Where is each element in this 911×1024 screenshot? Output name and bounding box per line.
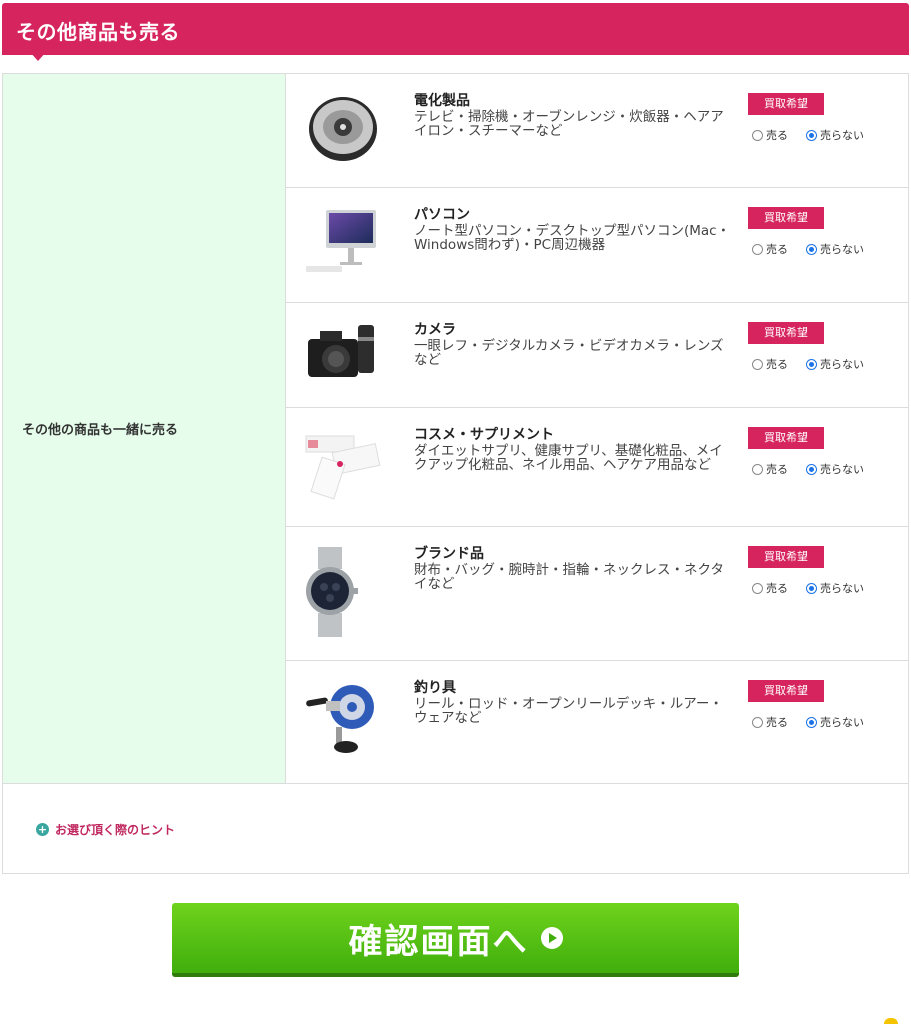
sell-radio-label: 売る	[766, 582, 788, 595]
sell-choice: 売る 売らない	[752, 356, 882, 372]
buy-request-badge: 買取希望	[748, 207, 824, 229]
radio-no-sell-circle[interactable]	[806, 582, 817, 594]
item-description: ダイエットサプリ、健康サプリ、基礎化粧品、メイクアップ化粧品、ネイル用品、ヘアケ…	[414, 443, 723, 473]
sell-choice: 売る 売らない	[752, 241, 882, 257]
sell-radio[interactable]: 売る	[752, 461, 788, 477]
sell-radio-label: 売る	[766, 716, 788, 729]
confirm-button-label: 確認画面へ	[348, 921, 529, 962]
no-sell-radio-label: 売らない	[820, 358, 864, 371]
no-sell-radio[interactable]: 売らない	[806, 580, 864, 596]
radio-no-sell-circle[interactable]	[806, 463, 817, 475]
item-row-brand: ブランド品 財布・バッグ・腕時計・指輪・ネックレス・ネクタイなど 買取希望 売る…	[286, 527, 908, 661]
buy-request-badge: 買取希望	[748, 546, 824, 568]
no-sell-radio[interactable]: 売らない	[806, 356, 864, 372]
item-title: コスメ・サプリメント	[414, 427, 554, 443]
sell-radio[interactable]: 売る	[752, 714, 788, 730]
section-title: その他商品も売る	[16, 20, 180, 44]
no-sell-radio-label: 売らない	[820, 463, 864, 476]
no-sell-radio-label: 売らない	[820, 582, 864, 595]
selection-hint-link[interactable]: + お選び頂く際のヒント	[36, 821, 175, 838]
item-description: 一眼レフ・デジタルカメラ・ビデオカメラ・レンズなど	[414, 338, 724, 368]
sell-choice: 売る 売らない	[752, 714, 882, 730]
item-description: テレビ・掃除機・オーブンレンジ・炊飯器・ヘアアイロン・スチーマーなど	[414, 109, 724, 139]
fishing-reel-icon	[306, 685, 374, 753]
item-row-camera: カメラ 一眼レフ・デジタルカメラ・ビデオカメラ・レンズなど 買取希望 売る 売ら…	[286, 303, 908, 408]
cosmetics-icon	[305, 435, 381, 500]
left-label-cell: その他の商品も一緒に売る	[3, 74, 286, 784]
no-sell-radio-label: 売らない	[820, 129, 864, 142]
item-row-fishing: 釣り具 リール・ロッド・オープンリールデッキ・ルアー・ウェアなど 買取希望 売る…	[286, 661, 908, 784]
buy-request-badge: 買取希望	[748, 427, 824, 449]
sell-radio[interactable]: 売る	[752, 580, 788, 596]
desktop-computer-icon	[306, 210, 376, 272]
robot-vacuum-icon	[309, 97, 377, 161]
sell-radio[interactable]: 売る	[752, 127, 788, 143]
section-header: その他商品も売る	[2, 3, 909, 55]
header-arrow	[30, 52, 46, 61]
no-sell-radio[interactable]: 売らない	[806, 127, 864, 143]
no-sell-radio-label: 売らない	[820, 243, 864, 256]
watch-icon	[306, 547, 358, 637]
item-description: ノート型パソコン・デスクトップ型パソコン(Mac・Windows問わず)・PC周…	[414, 223, 731, 253]
sell-radio-label: 売る	[766, 463, 788, 476]
sell-choice: 売る 売らない	[752, 461, 882, 477]
radio-sell-circle[interactable]	[752, 463, 763, 475]
radio-no-sell-circle[interactable]	[806, 716, 817, 728]
radio-no-sell-circle[interactable]	[806, 129, 817, 141]
confirm-screen-button[interactable]: 確認画面へ	[172, 903, 739, 977]
item-title: ブランド品	[414, 546, 484, 562]
radio-sell-circle[interactable]	[752, 129, 763, 141]
no-sell-radio[interactable]: 売らない	[806, 714, 864, 730]
radio-no-sell-circle[interactable]	[806, 243, 817, 255]
hint-label: お選び頂く際のヒント	[55, 823, 176, 837]
item-description: リール・ロッド・オープンリールデッキ・ルアー・ウェアなど	[414, 696, 723, 726]
sell-radio-label: 売る	[766, 129, 788, 142]
sell-choice: 売る 売らない	[752, 127, 882, 143]
sell-radio[interactable]: 売る	[752, 241, 788, 257]
radio-sell-circle[interactable]	[752, 243, 763, 255]
item-title: 釣り具	[414, 680, 456, 696]
camera-icon	[308, 325, 374, 377]
item-title: パソコン	[414, 207, 470, 223]
no-sell-radio[interactable]: 売らない	[806, 461, 864, 477]
radio-no-sell-circle[interactable]	[806, 358, 817, 370]
item-description: 財布・バッグ・腕時計・指輪・ネックレス・ネクタイなど	[414, 562, 724, 592]
radio-sell-circle[interactable]	[752, 358, 763, 370]
radio-sell-circle[interactable]	[752, 582, 763, 594]
left-label: その他の商品も一緒に売る	[22, 423, 179, 438]
sell-choice: 売る 売らない	[752, 580, 882, 596]
item-title: 電化製品	[414, 93, 470, 109]
plus-circle-icon: +	[36, 823, 49, 836]
buy-request-badge: 買取希望	[748, 322, 824, 344]
sell-radio-label: 売る	[766, 358, 788, 371]
sell-radio-label: 売る	[766, 243, 788, 256]
item-row-pc: パソコン ノート型パソコン・デスクトップ型パソコン(Mac・Windows問わず…	[286, 188, 908, 303]
buy-request-badge: 買取希望	[748, 680, 824, 702]
buy-request-badge: 買取希望	[748, 93, 824, 115]
radio-sell-circle[interactable]	[752, 716, 763, 728]
sell-radio[interactable]: 売る	[752, 356, 788, 372]
no-sell-radio[interactable]: 売らない	[806, 241, 864, 257]
item-title: カメラ	[414, 322, 456, 338]
other-items-table: その他の商品も一緒に売る 電化製品 テレビ・掃除機・オーブンレンジ・炊飯器・ヘア…	[2, 73, 909, 874]
play-arrow-icon	[540, 927, 563, 949]
item-row-electronics: 電化製品 テレビ・掃除機・オーブンレンジ・炊飯器・ヘアアイロン・スチーマーなど …	[286, 74, 908, 188]
corner-decoration	[884, 1018, 898, 1024]
no-sell-radio-label: 売らない	[820, 716, 864, 729]
item-row-cosmetics: コスメ・サプリメント ダイエットサプリ、健康サプリ、基礎化粧品、メイクアップ化粧…	[286, 408, 908, 527]
